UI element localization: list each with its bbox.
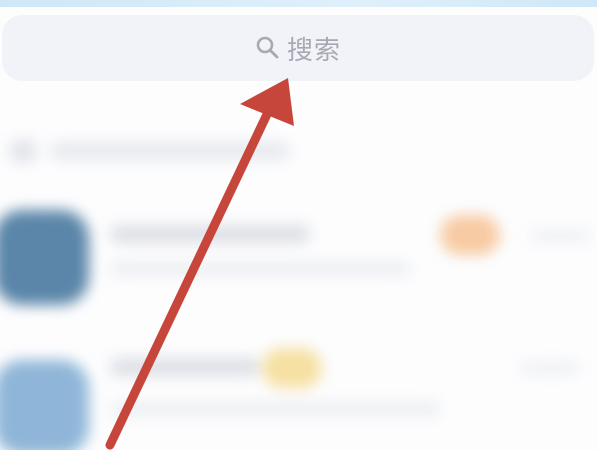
list-item-subtitle [110,262,410,276]
status-badge [440,215,500,255]
avatar [0,210,89,305]
list-item-title [110,358,260,376]
list-item-time [520,362,580,374]
section-header [50,142,290,160]
blurred-conversation-list [0,90,597,450]
status-bar-strip [0,0,597,7]
app-screen: 搜索 [0,0,597,450]
avatar [0,360,89,450]
list-item-time [530,230,590,242]
search-placeholder: 搜索 [286,35,341,66]
list-item-subtitle [110,402,440,416]
list-item-title [110,225,310,243]
status-badge [262,348,322,388]
section-header-icon [10,140,36,162]
search-icon [255,35,281,61]
search-bar[interactable]: 搜索 [2,15,594,81]
